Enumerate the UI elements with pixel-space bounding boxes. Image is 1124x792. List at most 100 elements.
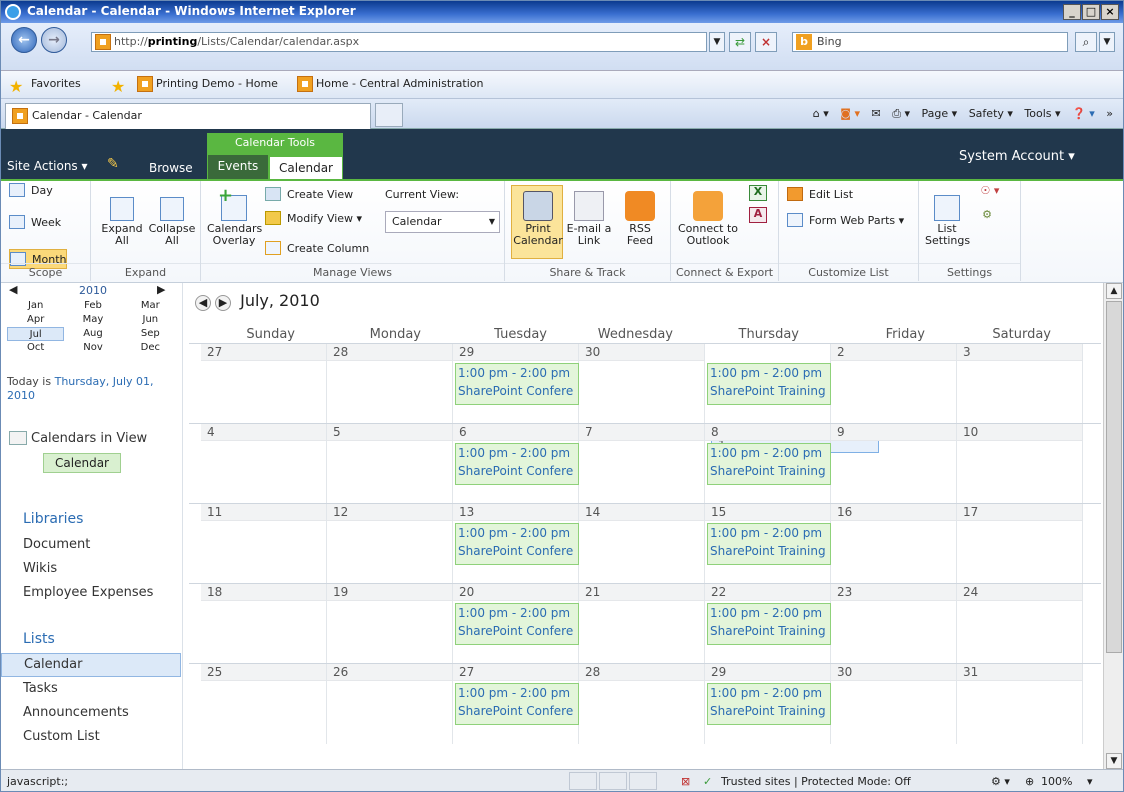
day-number[interactable]: 29 [453, 344, 578, 361]
day-cell[interactable]: 30 [831, 664, 957, 744]
user-menu[interactable]: System Account ▾ [959, 149, 1075, 164]
day-number[interactable]: 6 [453, 424, 578, 441]
zoom-dropdown-icon[interactable]: ▾ [1087, 775, 1093, 788]
stop-icon[interactable]: × [755, 32, 777, 52]
day-number[interactable]: 27 [453, 664, 578, 681]
day-number[interactable]: 19 [327, 584, 452, 601]
day-cell[interactable]: 7 [579, 424, 705, 504]
day-cell[interactable]: 23 [831, 584, 957, 664]
excel-icon[interactable]: X [749, 185, 767, 201]
nav-item-announcements[interactable]: Announcements [23, 705, 129, 720]
calendar-event[interactable]: 1:00 pm - 2:00 pm SharePoint Training [707, 683, 831, 725]
security-zone[interactable]: Trusted sites | Protected Mode: Off [721, 775, 911, 788]
search-input[interactable]: b Bing [792, 32, 1068, 52]
print-icon[interactable]: ⎙ ▾ [892, 107, 910, 120]
calendar-event[interactable]: 1:00 pm - 2:00 pm SharePoint Confere [455, 603, 579, 645]
vertical-scrollbar[interactable]: ▲ ▼ [1103, 283, 1123, 769]
day-number[interactable]: 20 [453, 584, 578, 601]
day-cell[interactable]: 3 [957, 344, 1083, 424]
day-number[interactable]: 18 [201, 584, 326, 601]
day-cell[interactable]: 8 1:00 pm - 2:00 pm SharePoint Training [705, 424, 831, 504]
list-settings-button[interactable]: List Settings [925, 195, 970, 247]
nav-item-employee-expenses[interactable]: Employee Expenses [23, 585, 153, 600]
next-year-button[interactable]: ▶ [157, 283, 165, 296]
event-title[interactable]: SharePoint Confere [458, 382, 578, 400]
day-cell[interactable]: 30 [579, 344, 705, 424]
expand-all-button[interactable]: Expand All [97, 197, 147, 247]
day-number[interactable]: 29 [705, 664, 830, 681]
day-number[interactable]: 30 [579, 344, 704, 361]
day-number[interactable]: 3 [957, 344, 1082, 361]
calendar-event[interactable]: 1:00 pm - 2:00 pm SharePoint Confere [455, 523, 579, 565]
help-icon[interactable]: ❓ ▾ [1072, 107, 1095, 120]
minimize-button[interactable]: _ [1063, 4, 1081, 20]
month-cell-apr[interactable]: Apr [7, 313, 64, 327]
month-cell-mar[interactable]: Mar [122, 299, 179, 313]
day-cell[interactable]: 10 [957, 424, 1083, 504]
address-dropdown-button[interactable]: ▼ [709, 32, 725, 52]
tools-menu[interactable]: Tools ▾ [1024, 107, 1060, 120]
safety-menu[interactable]: Safety ▾ [969, 107, 1013, 120]
rss-feed-button[interactable]: RSS Feed [617, 191, 663, 247]
day-cell[interactable]: 2 [831, 344, 957, 424]
day-cell[interactable]: 18 [201, 584, 327, 664]
day-number[interactable]: 14 [579, 504, 704, 521]
mail-icon[interactable]: ✉ [872, 107, 881, 120]
event-title[interactable]: SharePoint Confere [458, 462, 578, 480]
edit-list-button[interactable]: Edit List [787, 185, 853, 205]
event-title[interactable]: SharePoint Confere [458, 542, 578, 560]
day-number[interactable]: 13 [453, 504, 578, 521]
previous-year-button[interactable]: ◀ [9, 283, 17, 296]
day-cell[interactable]: 14 [579, 504, 705, 584]
day-cell[interactable]: 24 [957, 584, 1083, 664]
chevron-right-icon[interactable]: » [1106, 107, 1113, 120]
calendar-event[interactable]: 1:00 pm - 2:00 pm SharePoint Training [707, 363, 831, 405]
next-month-button[interactable]: ▶ [215, 295, 231, 311]
calendar-event[interactable]: 1:00 pm - 2:00 pm SharePoint Training [707, 443, 831, 485]
month-cell-may[interactable]: May [64, 313, 121, 327]
nav-item-tasks[interactable]: Tasks [23, 681, 58, 696]
forward-button[interactable]: → [41, 27, 67, 53]
day-number[interactable]: 28 [327, 344, 452, 361]
nav-item-calendar[interactable]: Calendar [1, 653, 181, 677]
print-calendar-button[interactable]: Print Calendar [513, 191, 563, 247]
day-cell[interactable]: 22 1:00 pm - 2:00 pm SharePoint Training [705, 584, 831, 664]
email-link-button[interactable]: E-mail a Link [565, 191, 613, 247]
zoom-icon[interactable]: ⊕ [1025, 775, 1034, 788]
day-cell[interactable]: 19 [327, 584, 453, 664]
fav-link-printing-demo[interactable]: Printing Demo - Home [156, 77, 278, 90]
search-options-button[interactable]: ▼ [1099, 32, 1115, 52]
access-icon[interactable]: A [749, 207, 767, 223]
month-cell-jun[interactable]: Jun [122, 313, 179, 327]
day-number[interactable]: 16 [831, 504, 956, 521]
modify-view-button[interactable]: Modify View ▾ [265, 209, 362, 229]
edit-page-icon[interactable]: ✎ [107, 156, 119, 172]
calendar-event[interactable]: 1:00 pm - 2:00 pm SharePoint Confere [455, 363, 579, 405]
zone-settings-icon[interactable]: ⚙ ▾ [991, 775, 1010, 788]
event-title[interactable]: SharePoint Confere [458, 622, 578, 640]
month-cell-oct[interactable]: Oct [7, 341, 64, 355]
day-number[interactable]: 17 [957, 504, 1082, 521]
day-cell[interactable]: 29 1:00 pm - 2:00 pm SharePoint Training [705, 664, 831, 744]
month-cell-dec[interactable]: Dec [122, 341, 179, 355]
day-cell[interactable]: 5 [327, 424, 453, 504]
connect-to-outlook-button[interactable]: Connect to Outlook [673, 191, 743, 247]
day-cell[interactable]: 21 [579, 584, 705, 664]
day-number[interactable]: 15 [705, 504, 830, 521]
day-number[interactable]: 28 [579, 664, 704, 681]
workflow-icon[interactable]: ⚙ [977, 209, 997, 221]
day-cell[interactable]: 12 [327, 504, 453, 584]
event-title[interactable]: SharePoint Training [710, 622, 830, 640]
day-cell[interactable]: 17 [957, 504, 1083, 584]
calendar-event[interactable]: 1:00 pm - 2:00 pm SharePoint Training [707, 603, 831, 645]
calendar-event[interactable]: 1:00 pm - 2:00 pm SharePoint Training [707, 523, 831, 565]
day-cell[interactable]: 25 [201, 664, 327, 744]
scroll-up-button[interactable]: ▲ [1106, 283, 1122, 299]
address-input[interactable]: http://printing/Lists/Calendar/calendar.… [91, 32, 707, 52]
day-number[interactable]: 9 [831, 424, 956, 441]
day-number[interactable]: 5 [327, 424, 452, 441]
day-cell[interactable]: 16 [831, 504, 957, 584]
nav-item-custom-list[interactable]: Custom List [23, 729, 100, 744]
day-cell[interactable]: 31 [957, 664, 1083, 744]
day-number[interactable]: 12 [327, 504, 452, 521]
